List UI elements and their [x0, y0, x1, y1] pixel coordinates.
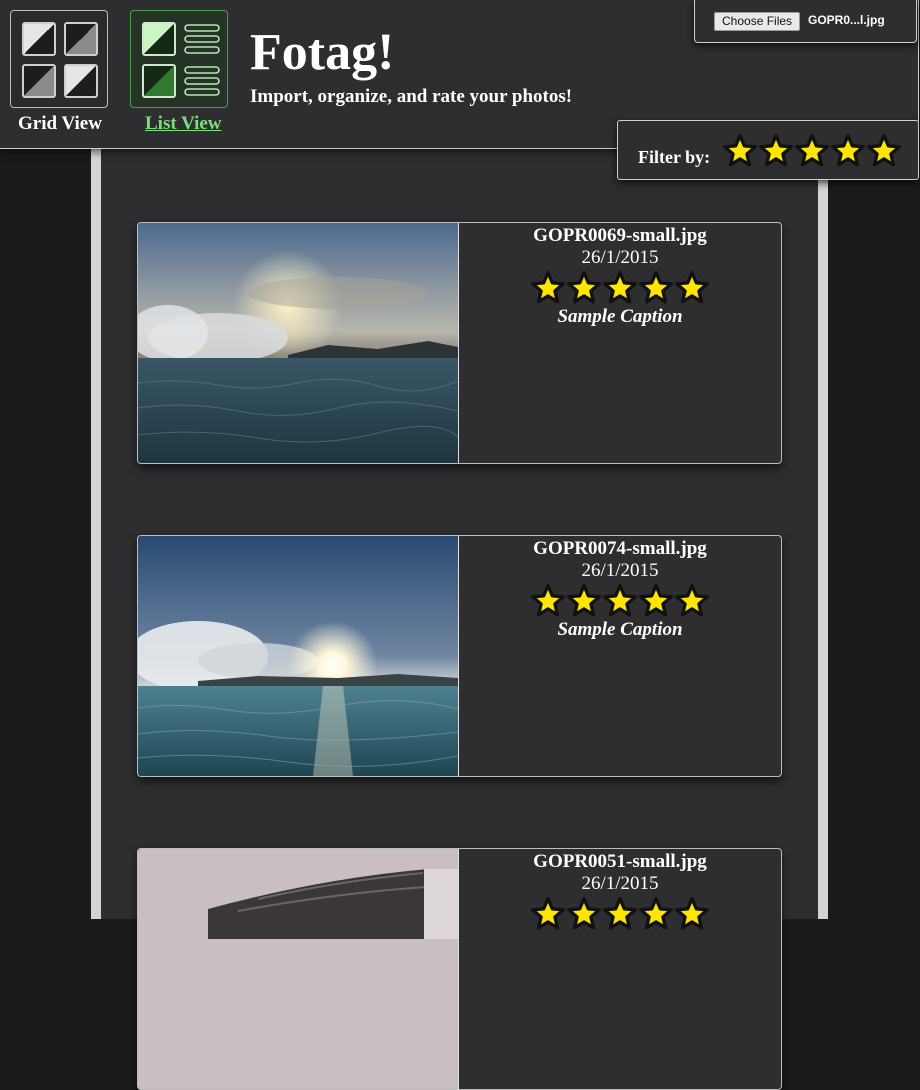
- app-subtitle: Import, organize, and rate your photos!: [250, 86, 573, 107]
- photo-thumbnail[interactable]: [138, 849, 459, 1089]
- photo-date: 26/1/2015: [581, 873, 659, 894]
- star-icon[interactable]: [638, 896, 674, 932]
- photo-info: GOPR0074-small.jpg 26/1/2015 Sample Capt…: [459, 536, 781, 643]
- star-icon[interactable]: [674, 583, 710, 619]
- photo-info: GOPR0069-small.jpg 26/1/2015 Sample Capt…: [459, 223, 781, 330]
- photo-filename: GOPR0051-small.jpg: [533, 851, 707, 872]
- star-icon[interactable]: [566, 583, 602, 619]
- photo-card: GOPR0051-small.jpg 26/1/2015: [137, 848, 782, 1090]
- star-icon[interactable]: [602, 896, 638, 932]
- photo-card: GOPR0069-small.jpg 26/1/2015 Sample Capt…: [137, 222, 782, 464]
- selected-file-name: GOPR0...l.jpg: [808, 13, 885, 27]
- star-icon[interactable]: [602, 270, 638, 306]
- grid-view-label[interactable]: Grid View: [18, 113, 102, 135]
- photo-caption[interactable]: Sample Caption: [459, 617, 781, 643]
- photo-caption[interactable]: Sample Caption: [459, 304, 781, 330]
- list-view-label[interactable]: List View: [145, 113, 222, 135]
- grid-view-button[interactable]: [10, 10, 108, 108]
- star-icon[interactable]: [530, 270, 566, 306]
- photo-date: 26/1/2015: [581, 247, 659, 268]
- app-title: Fotag!: [250, 24, 395, 81]
- star-icon[interactable]: [674, 896, 710, 932]
- filter-label: Filter by:: [638, 147, 711, 167]
- list-view-icon: [142, 22, 220, 98]
- star-icon[interactable]: [530, 896, 566, 932]
- star-icon[interactable]: [638, 583, 674, 619]
- photo-filename: GOPR0074-small.jpg: [533, 538, 707, 559]
- grid-view-icon: [22, 22, 98, 98]
- star-icon[interactable]: [794, 133, 830, 169]
- list-view-button[interactable]: [130, 10, 228, 108]
- photo-rating: [459, 896, 781, 932]
- star-icon[interactable]: [830, 133, 866, 169]
- star-icon[interactable]: [758, 133, 794, 169]
- star-icon[interactable]: [674, 270, 710, 306]
- filter-stars: [722, 133, 902, 169]
- file-import-panel: Choose Files GOPR0...l.jpg: [694, 0, 917, 43]
- filter-panel: Filter by:: [617, 120, 919, 180]
- star-icon[interactable]: [602, 583, 638, 619]
- photo-rating: [459, 583, 781, 619]
- photo-info: GOPR0051-small.jpg 26/1/2015: [459, 849, 781, 932]
- star-icon[interactable]: [566, 270, 602, 306]
- photo-filename: GOPR0069-small.jpg: [533, 225, 707, 246]
- star-icon[interactable]: [722, 133, 758, 169]
- star-icon[interactable]: [866, 133, 902, 169]
- photo-card: GOPR0074-small.jpg 26/1/2015 Sample Capt…: [137, 535, 782, 777]
- star-icon[interactable]: [566, 896, 602, 932]
- photo-date: 26/1/2015: [581, 560, 659, 581]
- choose-files-button[interactable]: Choose Files: [714, 12, 801, 31]
- star-icon[interactable]: [638, 270, 674, 306]
- photo-rating: [459, 270, 781, 306]
- photo-thumbnail[interactable]: [138, 223, 459, 463]
- star-icon[interactable]: [530, 583, 566, 619]
- photo-thumbnail[interactable]: [138, 536, 459, 776]
